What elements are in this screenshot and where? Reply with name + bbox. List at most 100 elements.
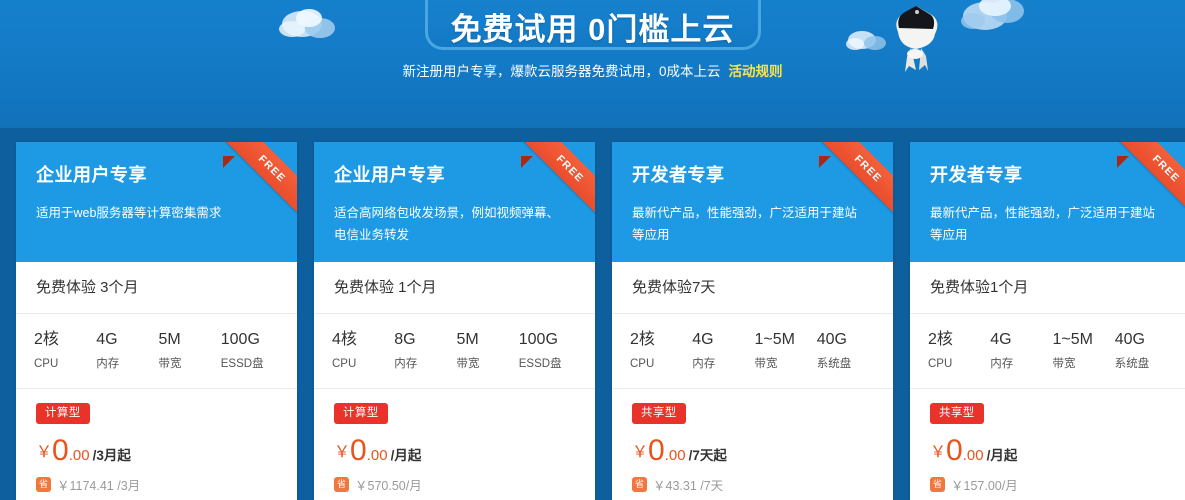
instance-type-badge: 计算型 — [334, 403, 388, 424]
price-unit: /3月起 — [92, 448, 131, 463]
card-price-block: 共享型 ￥0.00/7天起 省 ￥43.31 /7天 — [612, 389, 893, 500]
price-integer: 0 — [350, 434, 367, 467]
spec-label: 内存 — [394, 358, 418, 370]
spec-label: 内存 — [990, 358, 1014, 370]
spec-value: 2核 — [34, 331, 59, 348]
spec-value: 2核 — [630, 331, 655, 348]
spec-label: 带宽 — [1052, 358, 1076, 370]
save-badge-icon: 省 — [36, 477, 51, 492]
price-integer: 0 — [52, 434, 69, 467]
current-price: ￥0.00/月起 — [930, 436, 1171, 471]
plan-card[interactable]: FREE 开发者专享 最新代产品，性能强劲，广泛适用于建站等应用 免费体验1个月… — [910, 142, 1185, 500]
card-spec-row: 2核 CPU 4G 内存 5M 带宽 100G ESSD盘 — [16, 314, 297, 389]
ribbon-fold-icon — [1117, 156, 1129, 168]
plan-card[interactable]: FREE 开发者专享 最新代产品，性能强劲，广泛适用于建站等应用 免费体验7天 … — [612, 142, 893, 500]
spec-value: 5M — [456, 331, 479, 348]
spec-label: 内存 — [692, 358, 716, 370]
instance-type-badge: 共享型 — [930, 403, 984, 424]
spec-label: CPU — [332, 358, 357, 370]
card-title: 开发者专享 — [632, 165, 725, 185]
banner-subtitle: 新注册用户专享，爆款云服务器免费试用，0成本上云 活动规则 — [0, 62, 1185, 82]
card-description: 适合高网络包收发场景，例如视频弹幕、电信业务转发 — [334, 206, 560, 242]
price-currency: ￥ — [334, 444, 351, 461]
card-header: FREE 企业用户专享 适合高网络包收发场景，例如视频弹幕、电信业务转发 — [314, 142, 595, 262]
price-decimal: .00 — [68, 447, 90, 464]
original-price-row: 省 ￥157.00/月 — [930, 475, 1171, 494]
page-title: 免费试用 0门槛上云 — [450, 12, 735, 47]
promo-page: 免费试用 0门槛上云 新注册用户专享，爆款云服务器免费试用，0成本上云 活动规则 … — [0, 0, 1185, 500]
spec-value: 1~5M — [1052, 331, 1093, 348]
price-currency: ￥ — [36, 444, 53, 461]
card-header: FREE 开发者专享 最新代产品，性能强劲，广泛适用于建站等应用 — [910, 142, 1185, 262]
card-header: FREE 企业用户专享 适用于web服务器等计算密集需求 — [16, 142, 297, 262]
activity-rules-link[interactable]: 活动规则 — [729, 64, 783, 79]
original-price-row: 省 ￥570.50/月 — [334, 475, 575, 494]
spec-label: CPU — [34, 358, 59, 370]
card-title: 企业用户专享 — [334, 165, 445, 185]
current-price: ￥0.00/月起 — [334, 436, 575, 471]
spec-label: ESSD盘 — [518, 358, 562, 370]
spec-label: 带宽 — [754, 358, 778, 370]
current-price: ￥0.00/7天起 — [632, 436, 873, 471]
spec-item: 4G 内存 — [988, 328, 1050, 374]
spec-item: 1~5M 带宽 — [753, 328, 815, 374]
spec-value: 4G — [96, 331, 118, 348]
original-price: ￥1174.41 /3月 — [57, 479, 141, 493]
card-spec-row: 4核 CPU 8G 内存 5M 带宽 100G ESSD盘 — [314, 314, 595, 389]
spec-item: 2核 CPU — [926, 328, 988, 374]
original-price: ￥43.31 /7天 — [653, 479, 724, 493]
spec-item: 2核 CPU — [32, 328, 94, 374]
save-badge-icon: 省 — [334, 477, 349, 492]
ribbon-fold-icon — [223, 156, 235, 168]
plan-card[interactable]: FREE 企业用户专享 适合高网络包收发场景，例如视频弹幕、电信业务转发 免费体… — [314, 142, 595, 500]
spec-value: 2核 — [928, 331, 953, 348]
card-price-block: 计算型 ￥0.00/3月起 省 ￥1174.41 /3月 — [16, 389, 297, 500]
original-price-row: 省 ￥1174.41 /3月 — [36, 475, 277, 494]
banner-subtitle-text: 新注册用户专享，爆款云服务器免费试用，0成本上云 — [402, 64, 721, 79]
spec-label: 系统盘 — [1114, 358, 1150, 370]
card-spec-row: 2核 CPU 4G 内存 1~5M 带宽 40G 系统盘 — [612, 314, 893, 389]
card-description: 最新代产品，性能强劲，广泛适用于建站等应用 — [930, 206, 1156, 242]
spec-value: 40G — [1114, 331, 1145, 348]
instance-type-badge: 计算型 — [36, 403, 90, 424]
card-title: 开发者专享 — [930, 165, 1023, 185]
spec-item: 8G 内存 — [392, 328, 454, 374]
spec-value: 100G — [220, 331, 260, 348]
save-badge-icon: 省 — [930, 477, 945, 492]
card-trial-duration: 免费体验 1个月 — [314, 262, 595, 314]
price-currency: ￥ — [930, 444, 947, 461]
spec-value: 4G — [692, 331, 714, 348]
spec-value: 4核 — [332, 331, 357, 348]
price-integer: 0 — [648, 434, 665, 467]
spec-item: 40G 系统盘 — [815, 328, 877, 374]
plan-card-list: FREE 企业用户专享 适用于web服务器等计算密集需求 免费体验 3个月 2核… — [16, 142, 1185, 500]
price-decimal: .00 — [366, 447, 388, 464]
ribbon-fold-icon — [819, 156, 831, 168]
price-currency: ￥ — [632, 444, 649, 461]
spec-value: 5M — [158, 331, 181, 348]
spec-item: 2核 CPU — [628, 328, 690, 374]
spec-item: 1~5M 带宽 — [1051, 328, 1113, 374]
original-price: ￥570.50/月 — [355, 479, 422, 493]
card-price-block: 共享型 ￥0.00/月起 省 ￥157.00/月 — [910, 389, 1185, 500]
price-unit: /月起 — [986, 448, 1018, 463]
current-price: ￥0.00/3月起 — [36, 436, 277, 471]
card-trial-duration: 免费体验 3个月 — [16, 262, 297, 314]
spec-item: 4G 内存 — [690, 328, 752, 374]
spec-value: 40G — [816, 331, 847, 348]
spec-value: 4G — [990, 331, 1012, 348]
price-integer: 0 — [946, 434, 963, 467]
plan-card[interactable]: FREE 企业用户专享 适用于web服务器等计算密集需求 免费体验 3个月 2核… — [16, 142, 297, 500]
spec-label: CPU — [928, 358, 953, 370]
price-unit: /月起 — [390, 448, 422, 463]
spec-item: 100G ESSD盘 — [517, 328, 579, 374]
spec-label: 带宽 — [158, 358, 182, 370]
spec-label: 带宽 — [456, 358, 480, 370]
spec-item: 5M 带宽 — [455, 328, 517, 374]
card-trial-duration: 免费体验1个月 — [910, 262, 1185, 314]
price-decimal: .00 — [664, 447, 686, 464]
card-trial-duration: 免费体验7天 — [612, 262, 893, 314]
spec-label: ESSD盘 — [220, 358, 264, 370]
spec-item: 5M 带宽 — [157, 328, 219, 374]
spec-value: 8G — [394, 331, 416, 348]
